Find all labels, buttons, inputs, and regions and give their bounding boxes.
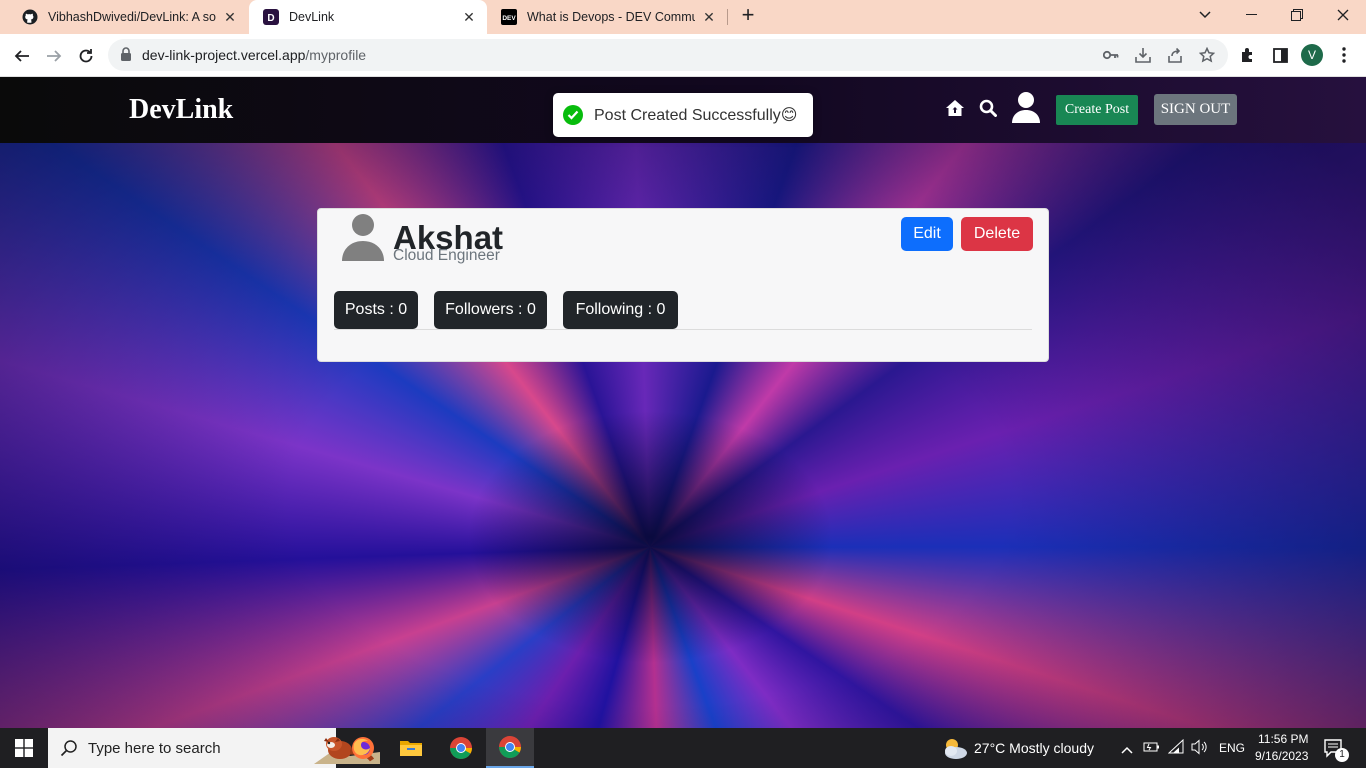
- close-tab-icon[interactable]: ✕: [461, 9, 477, 25]
- weather-text[interactable]: 27°C Mostly cloudy: [974, 740, 1094, 756]
- tab-devlink[interactable]: D DevLink ✕: [249, 0, 487, 34]
- close-tab-icon[interactable]: ✕: [222, 9, 238, 25]
- back-button[interactable]: [8, 42, 36, 70]
- restore-button[interactable]: [1274, 0, 1320, 30]
- svg-text:D: D: [267, 13, 274, 24]
- volume-icon[interactable]: [1191, 739, 1209, 760]
- extensions-puzzle-icon[interactable]: [1237, 44, 1259, 66]
- profile-role: Cloud Engineer: [393, 247, 500, 264]
- brand-logo[interactable]: DevLink: [129, 94, 233, 126]
- side-panel-icon[interactable]: [1269, 44, 1291, 66]
- profile-avatar-icon: [342, 213, 384, 266]
- install-app-icon[interactable]: [1134, 46, 1152, 64]
- firefox-taskbar-icon[interactable]: [339, 728, 387, 768]
- bookmark-star-icon[interactable]: [1198, 46, 1216, 64]
- tab-github[interactable]: VibhashDwivedi/DevLink: A socia ✕: [8, 0, 248, 34]
- chrome-taskbar-icon[interactable]: [437, 728, 485, 768]
- taskbar-search-box[interactable]: Type here to search: [48, 728, 380, 768]
- page-background: DevLink Create Post SIGN OUT Post Create…: [0, 77, 1366, 728]
- browser-tab-strip: VibhashDwivedi/DevLink: A socia ✕ D DevL…: [0, 0, 1366, 34]
- cloudy-weather-icon[interactable]: [940, 736, 968, 765]
- taskbar-search-placeholder: Type here to search: [88, 740, 221, 757]
- wifi-icon[interactable]: [1167, 738, 1186, 760]
- following-count-badge[interactable]: Following : 0: [563, 291, 678, 329]
- profile-card: Akshat Cloud Engineer Edit Delete Posts …: [317, 208, 1049, 362]
- posts-count-badge[interactable]: Posts : 0: [334, 291, 418, 329]
- clock-date[interactable]: 9/16/2023: [1255, 749, 1308, 763]
- followers-count-badge[interactable]: Followers : 0: [434, 291, 547, 329]
- divider: [334, 329, 1032, 330]
- edit-profile-button[interactable]: Edit: [901, 217, 953, 251]
- success-toast[interactable]: Post Created Successfully😊: [553, 93, 813, 137]
- checkmark-icon: [563, 105, 583, 125]
- windows-start-icon[interactable]: [0, 728, 48, 768]
- clock-time[interactable]: 11:56 PM: [1258, 732, 1308, 746]
- close-tab-icon[interactable]: ✕: [701, 9, 717, 25]
- toast-message: Post Created Successfully😊: [594, 107, 798, 124]
- minimize-button[interactable]: [1228, 0, 1274, 30]
- key-icon[interactable]: [1102, 46, 1120, 64]
- svg-text:DEV: DEV: [502, 15, 516, 22]
- devlink-favicon-icon: D: [263, 9, 279, 25]
- battery-icon[interactable]: [1143, 740, 1161, 759]
- lock-icon[interactable]: [120, 47, 132, 67]
- show-hidden-icons-chevron-icon[interactable]: [1121, 741, 1133, 759]
- chrome-active-taskbar-icon[interactable]: [486, 728, 534, 768]
- sign-out-button[interactable]: SIGN OUT: [1154, 94, 1237, 125]
- dev-favicon-icon: DEV: [501, 9, 517, 25]
- search-icon[interactable]: [978, 98, 998, 118]
- github-icon: [22, 9, 38, 25]
- tab-dev-community[interactable]: DEV What is Devops - DEV Communit ✕: [487, 0, 727, 34]
- language-indicator[interactable]: ENG: [1219, 741, 1245, 755]
- url-text: dev-link-project.vercel.app/myprofile: [142, 47, 366, 63]
- home-icon[interactable]: [945, 98, 965, 118]
- reload-button[interactable]: [72, 42, 100, 70]
- create-post-button[interactable]: Create Post: [1056, 95, 1138, 125]
- address-bar[interactable]: dev-link-project.vercel.app/myprofile: [108, 39, 1228, 71]
- forward-button[interactable]: [40, 42, 68, 70]
- tab-separator: [727, 9, 728, 25]
- windows-taskbar: Type here to search 27°C Mostly cloudy E…: [0, 728, 1366, 768]
- user-profile-icon[interactable]: [1010, 90, 1042, 124]
- browser-menu-icon[interactable]: [1333, 44, 1355, 66]
- tab-search-chevron-icon[interactable]: [1182, 0, 1228, 30]
- close-window-button[interactable]: [1320, 0, 1366, 30]
- delete-profile-button[interactable]: Delete: [961, 217, 1033, 251]
- tab-title: What is Devops - DEV Communit: [527, 10, 695, 24]
- notification-count-badge: 1: [1335, 748, 1349, 762]
- tab-title: VibhashDwivedi/DevLink: A socia: [48, 10, 216, 24]
- search-icon: [60, 739, 78, 762]
- new-tab-button[interactable]: +: [736, 4, 760, 28]
- browser-toolbar: dev-link-project.vercel.app/myprofile: [0, 34, 1366, 77]
- browser-profile-avatar[interactable]: V: [1301, 44, 1323, 66]
- share-icon[interactable]: [1166, 46, 1184, 64]
- file-explorer-taskbar-icon[interactable]: [387, 728, 435, 768]
- url-host: dev-link-project.vercel.app: [142, 47, 306, 63]
- tab-title: DevLink: [289, 10, 335, 24]
- url-path: /myprofile: [305, 47, 367, 63]
